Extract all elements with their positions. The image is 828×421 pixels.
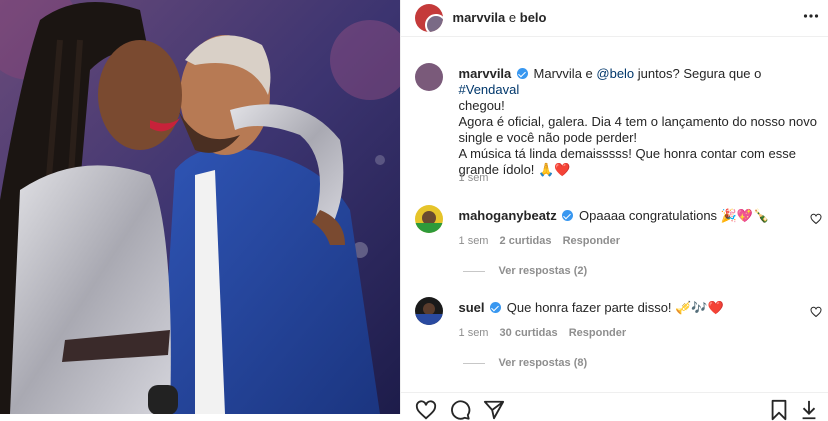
caption-text-1: Marvvila e [533,66,597,81]
comment-likes[interactable]: 2 curtidas [500,235,552,247]
verified-badge-icon [516,68,528,79]
like-heart-icon[interactable] [415,399,437,421]
reply-button[interactable]: Responder [569,327,626,339]
action-bar [400,392,828,421]
comment-text: Opaaaa congratulations 🎉💖🍾 [579,208,770,223]
comment-avatar[interactable] [414,297,443,325]
post-header: marvvila e belo [400,0,828,37]
caption-time[interactable]: 1 sem [459,172,489,184]
caption: marvvila Marvvila e @belo juntos? Segura… [459,66,819,178]
view-replies-button[interactable]: Ver respostas (8) [462,357,588,369]
comment-username[interactable]: mahoganybeatz [459,208,557,223]
comment-text: Que honra fazer parte disso! 🎺🎶❤️ [506,300,724,315]
share-icon[interactable] [483,399,505,421]
comment-time[interactable]: 1 sem [459,235,489,247]
caption-hashtag-link[interactable]: #Vendaval [459,82,520,97]
verified-badge-icon [562,210,574,221]
caption-mention-link[interactable]: @belo [596,66,634,81]
comment-meta: 1 sem 2 curtidas Responder [459,235,621,247]
more-horizontal-icon[interactable] [803,8,819,24]
divider [462,362,485,364]
heart-icon[interactable] [810,213,822,225]
comment-body: suel Que honra fazer parte disso! 🎺🎶❤️ [459,300,799,316]
caption-text-2: juntos? Segura que o [634,66,762,81]
comment-meta: 1 sem 30 curtidas Responder [459,327,627,339]
view-replies-button[interactable]: Ver respostas (2) [462,265,588,277]
verified-badge-icon [490,302,502,313]
comment-likes[interactable]: 30 curtidas [500,327,558,339]
caption-line-1: marvvila Marvvila e @belo juntos? Segura… [459,66,819,98]
header-authors: marvvila e belo [453,10,547,25]
download-arrow-icon[interactable] [799,399,819,421]
caption-line-3: Agora é oficial, galera. Dia 4 tem o lan… [458,114,817,129]
caption-username[interactable]: marvvila [459,66,512,81]
header-coauthor-link[interactable]: belo [520,10,547,25]
caption-line-6: grande ídolo! 🙏❤️ [458,162,571,177]
post-photo[interactable] [0,0,400,414]
reply-button[interactable]: Responder [563,235,620,247]
comment-avatar[interactable] [414,205,443,233]
heart-icon[interactable] [810,306,822,318]
divider [462,270,485,272]
comment-body: mahoganybeatz Opaaaa congratulations 🎉💖🍾 [459,208,799,224]
caption-avatar[interactable] [414,63,443,91]
header-username-link[interactable]: marvvila [453,10,506,25]
caption-line-5: A música tá linda demaisssss! Que honra … [458,146,796,161]
save-bookmark-icon[interactable] [769,399,789,421]
post-side-panel: marvvila e belo marvvila Marvvila e @bel… [399,0,828,421]
comment-username[interactable]: suel [459,300,485,315]
instagram-post: marvvila e belo marvvila Marvvila e @bel… [0,0,828,421]
view-replies-label: Ver respostas (8) [498,357,588,369]
post-photo-image [0,0,400,414]
caption-line-2: chegou! [458,98,505,113]
avatar[interactable] [414,4,443,32]
view-replies-label: Ver respostas (2) [498,265,588,277]
comment-time[interactable]: 1 sem [459,327,489,339]
header-separator: e [508,10,517,25]
caption-line-4: single e você não pode perder! [458,130,638,145]
comment-icon[interactable] [449,399,471,421]
